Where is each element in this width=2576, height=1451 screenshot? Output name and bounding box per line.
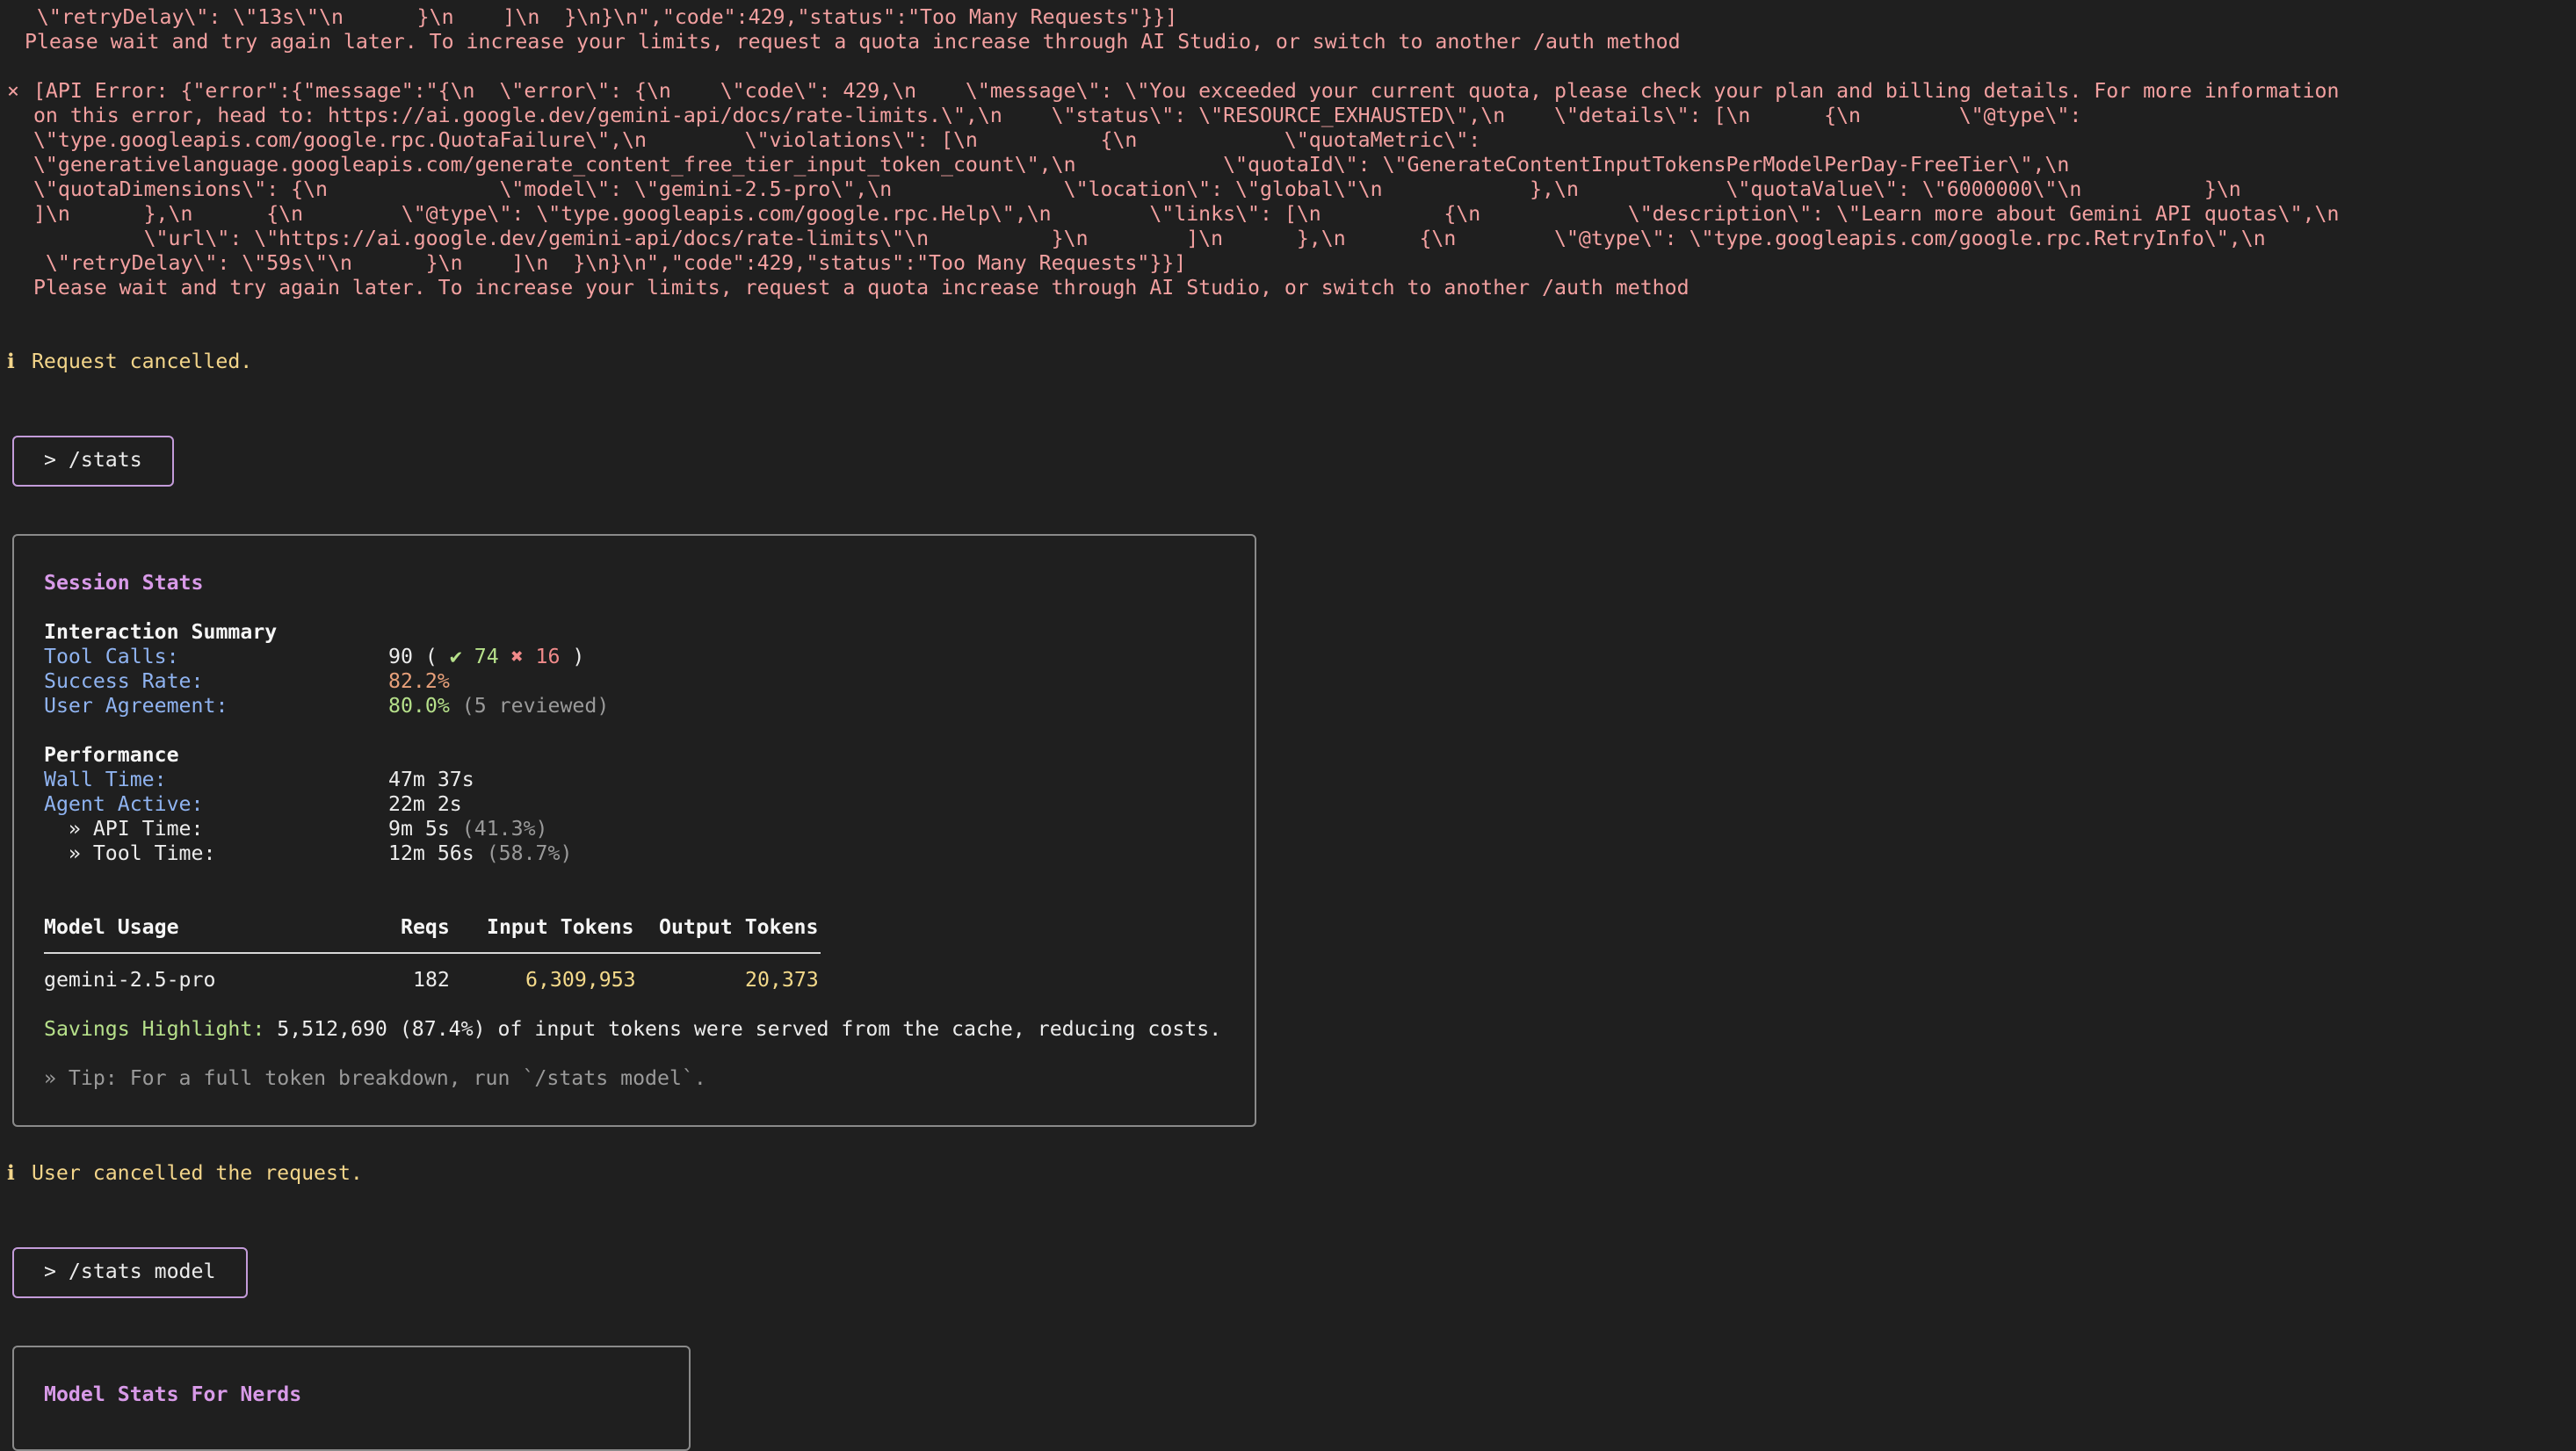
command-text: > /stats model xyxy=(44,1260,216,1283)
table-header-model-usage: Model Usage xyxy=(44,915,179,939)
interaction-summary-heading: Interaction Summary xyxy=(44,620,278,644)
api-time-label: » API Time: xyxy=(44,817,204,841)
api-time-value: 9m 5s (41.3%) xyxy=(388,817,548,841)
agent-active-label: Agent Active: xyxy=(44,792,204,816)
tool-calls-label: Tool Calls: xyxy=(44,645,179,668)
success-rate-value: 82.2% xyxy=(388,669,450,693)
error-line: ]\n },\n {\n \"@type\": \"type.googleapi… xyxy=(21,202,2340,226)
tool-calls-value: 90 ( ✔ 74 ✖ 16 ) xyxy=(388,645,585,668)
table-header-input-tokens: Input Tokens xyxy=(487,915,634,939)
error-line: \"retryDelay\": \"59s\"\n }\n ]\n }\n}\n… xyxy=(21,251,1187,275)
user-cancelled-message: User cancelled the request. xyxy=(19,1161,363,1185)
success-check-icon: ✔ 74 xyxy=(449,645,499,668)
error-line: Please wait and try again later. To incr… xyxy=(21,276,1690,300)
panel-title: Model Stats For Nerds xyxy=(44,1382,302,1406)
table-cell-input-tokens: 6,309,953 xyxy=(525,968,636,992)
table-divider xyxy=(44,952,821,954)
error-line: \"url\": \"https://ai.google.dev/gemini-… xyxy=(21,227,2266,250)
info-icon: ℹ xyxy=(7,350,15,373)
error-line: Please wait and try again later. To incr… xyxy=(12,30,1681,54)
success-rate-label: Success Rate: xyxy=(44,669,204,693)
table-cell-reqs: 182 xyxy=(413,968,450,992)
tool-time-label: » Tool Time: xyxy=(44,841,216,865)
error-line: [API Error: {"error":{"message":"{\n \"e… xyxy=(21,79,2340,103)
performance-heading: Performance xyxy=(44,743,179,767)
table-header-output-tokens: Output Tokens xyxy=(659,915,819,939)
command-stats-model-box: > /stats model xyxy=(12,1247,248,1298)
session-stats-panel: Session Stats Interaction Summary Tool C… xyxy=(12,534,1256,1127)
wall-time-label: Wall Time: xyxy=(44,768,167,791)
error-line: \"quotaDimensions\": {\n \"model\": \"ge… xyxy=(21,177,2241,201)
error-line: \"generativelanguage.googleapis.com/gene… xyxy=(21,153,2070,177)
error-line: on this error, head to: https://ai.googl… xyxy=(21,104,2082,127)
request-cancelled-message: Request cancelled. xyxy=(19,350,253,373)
table-cell-model: gemini-2.5-pro xyxy=(44,968,216,992)
fail-x-icon: ✖ 16 xyxy=(510,645,561,668)
wall-time-value: 47m 37s xyxy=(388,768,474,791)
panel-title: Session Stats xyxy=(44,571,204,595)
tool-time-value: 12m 56s (58.7%) xyxy=(388,841,573,865)
user-agreement-value: 80.0% (5 reviewed) xyxy=(388,694,610,718)
error-x-icon: × xyxy=(7,79,19,103)
savings-highlight: Savings Highlight: 5,512,690 (87.4%) of … xyxy=(44,1017,1222,1041)
error-line: \"retryDelay\": \"13s\"\n }\n ]\n }\n}\n… xyxy=(12,5,1178,29)
tip-text: » Tip: For a full token breakdown, run `… xyxy=(44,1066,706,1090)
user-agreement-label: User Agreement: xyxy=(44,694,228,718)
command-text: > /stats xyxy=(44,448,142,472)
model-stats-panel: Model Stats For Nerds xyxy=(12,1346,691,1451)
command-stats-box: > /stats xyxy=(12,436,174,487)
info-icon: ℹ xyxy=(7,1161,15,1185)
table-cell-output-tokens: 20,373 xyxy=(745,968,819,992)
error-line: \"type.googleapis.com/google.rpc.QuotaFa… xyxy=(21,128,1481,152)
agent-active-value: 22m 2s xyxy=(388,792,462,816)
table-header-reqs: Reqs xyxy=(401,915,450,939)
